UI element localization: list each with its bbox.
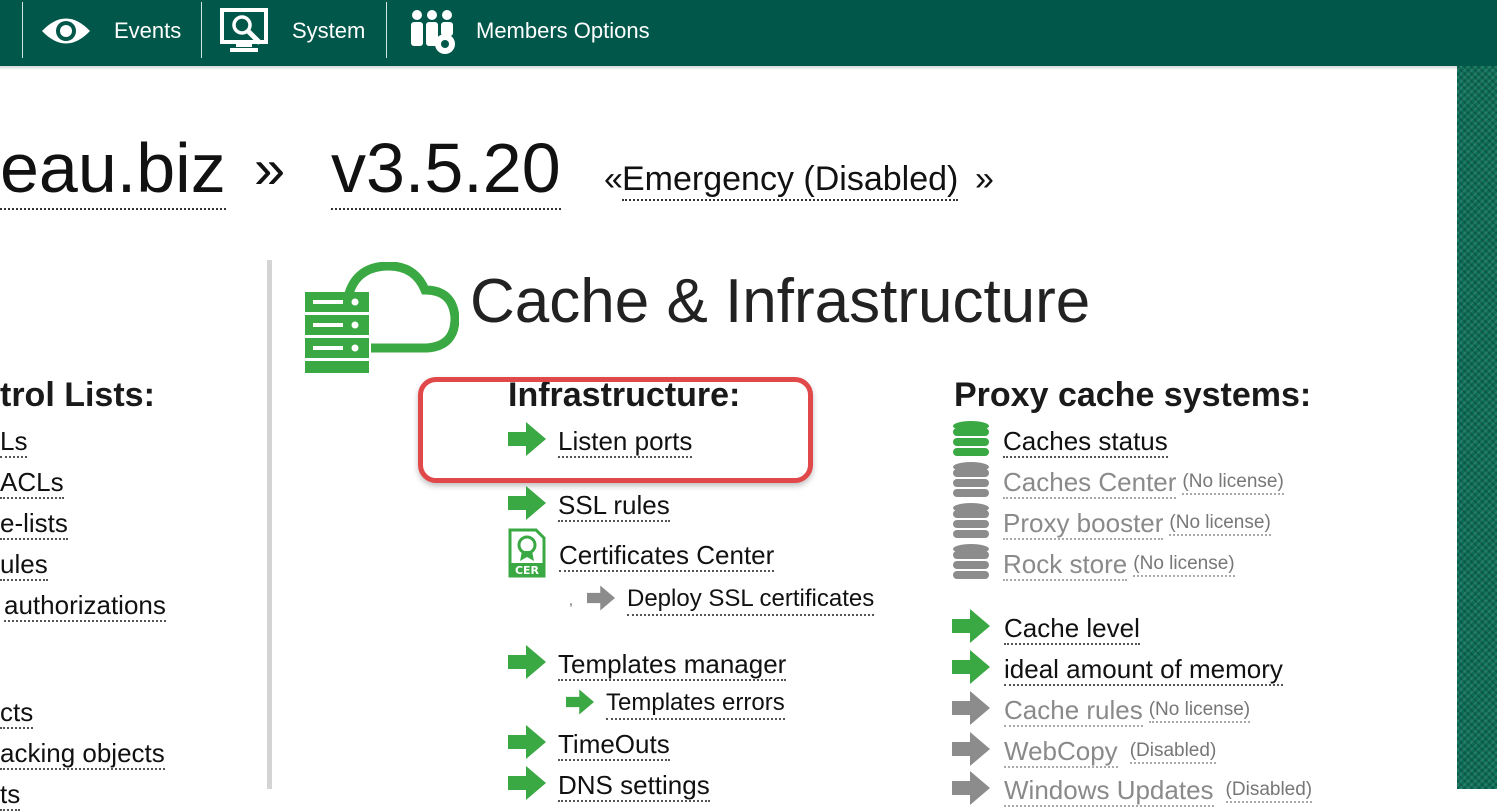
database-icon: [952, 502, 990, 545]
deploy-ssl-link[interactable]: Deploy SSL certificates: [587, 584, 875, 616]
database-icon: [952, 543, 990, 586]
page-background-pattern: [1457, 66, 1497, 789]
certificates-center-link[interactable]: CER Certificates Center: [508, 528, 775, 583]
mode-open-quote: «: [604, 160, 623, 198]
proxy-booster-link[interactable]: Proxy booster (No license): [952, 502, 1271, 545]
ideal-memory-link[interactable]: ideal amount of memory: [952, 650, 1283, 689]
top-nav-bar: Events System Members Options: [0, 0, 1497, 66]
page-title: Cache & Infrastructure: [470, 267, 1091, 336]
caches-status-link[interactable]: Caches status: [952, 420, 1168, 463]
nav-members-options[interactable]: Members Options: [408, 0, 650, 62]
left-link[interactable]: cts: [0, 697, 34, 729]
nav-system[interactable]: System: [220, 0, 365, 62]
arrow-right-icon: [508, 486, 546, 525]
left-link[interactable]: ules: [0, 549, 48, 581]
nav-events-label: Events: [114, 18, 182, 43]
column-divider: [267, 260, 272, 789]
arrow-right-icon: [587, 584, 615, 616]
emergency-mode-link[interactable]: Emergency (Disabled): [622, 160, 959, 201]
windows-updates-link[interactable]: Windows Updates (Disabled): [952, 771, 1313, 810]
bullet-mark: ,: [569, 592, 573, 608]
left-link[interactable]: ACLs: [0, 467, 64, 499]
nav-separator: [386, 2, 387, 58]
eye-icon: [40, 14, 92, 48]
arrow-right-icon: [952, 771, 990, 810]
site-name-link[interactable]: eau.biz: [0, 128, 226, 210]
nav-events[interactable]: Events: [40, 0, 181, 62]
left-link[interactable]: acking objects: [0, 738, 165, 770]
left-link[interactable]: authorizations: [4, 590, 166, 622]
timeouts-link[interactable]: TimeOuts: [508, 725, 670, 764]
database-icon: [952, 420, 990, 463]
content-top-shadow: [0, 66, 1457, 70]
highlight-annotation: [418, 377, 813, 483]
caches-center-link[interactable]: Caches Center (No license): [952, 461, 1284, 504]
headline-separator: »: [254, 137, 286, 200]
templates-errors-link[interactable]: Templates errors: [566, 688, 785, 720]
nav-separator: [201, 2, 202, 58]
arrow-right-icon: [952, 650, 990, 689]
dns-settings-link[interactable]: DNS settings: [508, 766, 710, 805]
cache-level-link[interactable]: Cache level: [952, 609, 1140, 648]
left-link[interactable]: Ls: [0, 426, 28, 458]
database-icon: [952, 461, 990, 504]
mode-close-quote: »: [975, 160, 994, 198]
certificate-icon: CER: [508, 528, 546, 583]
arrow-right-icon: [952, 609, 990, 648]
arrow-right-icon: [952, 732, 990, 771]
ssl-rules-link[interactable]: SSL rules: [508, 486, 670, 525]
templates-manager-link[interactable]: Templates manager: [508, 645, 787, 684]
monitor-search-icon: [220, 7, 272, 55]
proxy-section-title: Proxy cache systems:: [954, 376, 1312, 414]
webcopy-link[interactable]: WebCopy (Disabled): [952, 732, 1217, 771]
svg-text:CER: CER: [515, 564, 540, 577]
arrow-right-icon: [952, 691, 990, 730]
cache-rules-link[interactable]: Cache rules (No license): [952, 691, 1251, 730]
arrow-right-icon: [508, 766, 546, 805]
acl-section-title: trol Lists:: [0, 376, 155, 414]
users-gear-icon: [408, 6, 458, 56]
left-link[interactable]: e-lists: [0, 508, 68, 540]
arrow-right-icon: [508, 645, 546, 684]
nav-members-label: Members Options: [476, 18, 650, 43]
nav-separator: [22, 2, 23, 58]
nav-system-label: System: [292, 18, 366, 43]
arrow-right-icon: [508, 725, 546, 764]
version-link[interactable]: v3.5.20: [331, 128, 561, 210]
arrow-right-icon: [566, 688, 594, 720]
server-cloud-icon: [303, 261, 460, 381]
rock-store-link[interactable]: Rock store (No license): [952, 543, 1235, 586]
left-link[interactable]: ts: [0, 779, 21, 811]
